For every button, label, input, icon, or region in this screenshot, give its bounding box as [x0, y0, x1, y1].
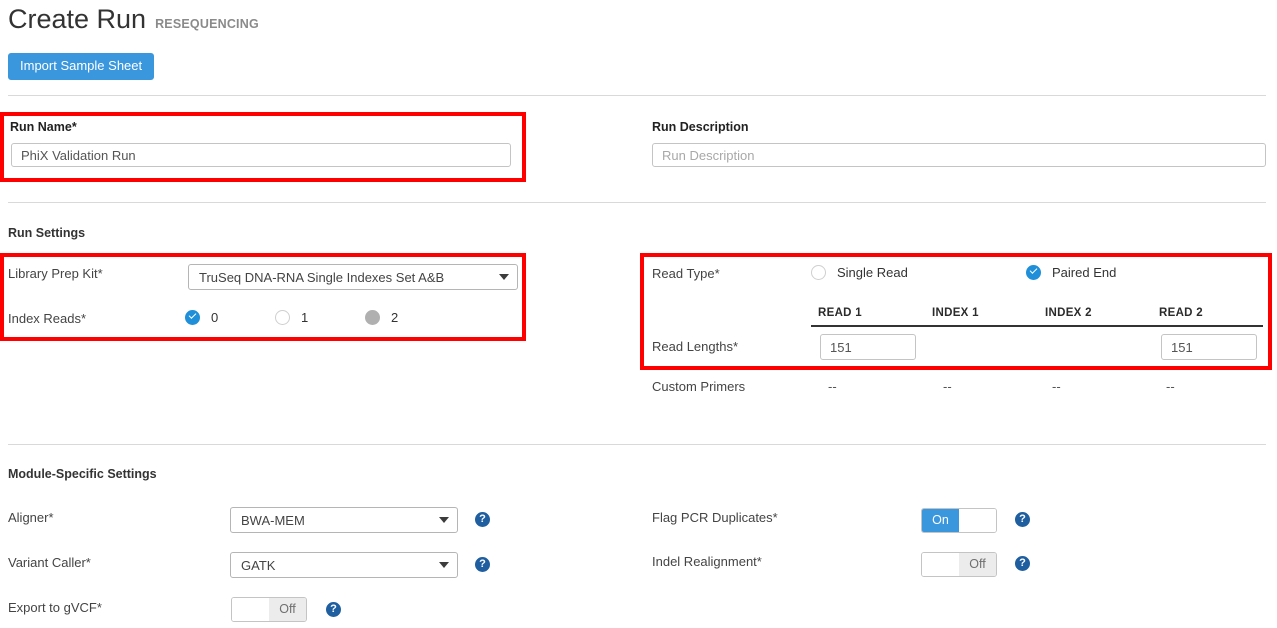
custom-primer-index-1-value: --	[943, 379, 952, 394]
variant-caller-value: GATK	[241, 558, 439, 573]
flag-pcr-duplicates-help-icon[interactable]: ?	[1015, 512, 1030, 527]
index-reads-option-1[interactable]: 1	[275, 310, 308, 325]
variant-caller-help-icon[interactable]: ?	[475, 557, 490, 572]
export-gvcf-toggle-label: Off	[269, 598, 306, 621]
column-header-index-1: INDEX 1	[932, 307, 979, 319]
header-divider	[8, 95, 1266, 96]
create-run-page: Create Run RESEQUENCING Import Sample Sh…	[0, 0, 1277, 628]
read-type-option-single-read[interactable]: Single Read	[811, 265, 908, 280]
index-reads-option-1-label: 1	[301, 310, 308, 325]
export-gvcf-label: Export to gVCF*	[8, 600, 102, 615]
library-prep-kit-value: TruSeq DNA-RNA Single Indexes Set A&B	[199, 270, 499, 285]
indel-realignment-label: Indel Realignment*	[652, 554, 762, 569]
custom-primers-label: Custom Primers	[652, 379, 745, 394]
read-length-read-1-input[interactable]	[820, 334, 916, 360]
radio-unchecked-icon	[811, 265, 826, 280]
read-type-label: Read Type*	[652, 266, 720, 281]
indel-realignment-help-icon[interactable]: ?	[1015, 556, 1030, 571]
export-gvcf-toggle[interactable]: Off	[231, 597, 307, 622]
radio-disabled-icon	[365, 310, 380, 325]
radio-checked-icon	[185, 310, 200, 325]
flag-pcr-duplicates-label: Flag PCR Duplicates*	[652, 510, 778, 525]
run-settings-section-title: Run Settings	[8, 226, 85, 240]
index-reads-option-0[interactable]: 0	[185, 310, 218, 325]
custom-primer-read-1-value: --	[828, 379, 837, 394]
page-subtitle: RESEQUENCING	[155, 17, 259, 31]
export-gvcf-help-icon[interactable]: ?	[326, 602, 341, 617]
index-reads-option-2: 2	[365, 310, 398, 325]
import-sample-sheet-button[interactable]: Import Sample Sheet	[8, 53, 154, 80]
index-reads-option-0-label: 0	[211, 310, 218, 325]
aligner-value: BWA-MEM	[241, 513, 439, 528]
flag-pcr-duplicates-toggle-label: On	[922, 509, 959, 532]
read-length-read-2-input[interactable]	[1161, 334, 1257, 360]
radio-unchecked-icon	[275, 310, 290, 325]
custom-primer-read-2-value: --	[1166, 379, 1175, 394]
aligner-select[interactable]: BWA-MEM	[230, 507, 458, 533]
index-reads-label: Index Reads*	[8, 311, 86, 326]
custom-primer-index-2-value: --	[1052, 379, 1061, 394]
column-header-read-2: READ 2	[1159, 307, 1203, 319]
library-prep-kit-select[interactable]: TruSeq DNA-RNA Single Indexes Set A&B	[188, 264, 518, 290]
run-description-input[interactable]	[652, 143, 1266, 167]
aligner-label: Aligner*	[8, 510, 54, 525]
run-description-label: Run Description	[652, 120, 749, 134]
toggle-knob	[232, 598, 269, 621]
library-prep-kit-label: Library Prep Kit*	[8, 266, 103, 281]
radio-checked-icon	[1026, 265, 1041, 280]
indel-realignment-toggle[interactable]: Off	[921, 552, 997, 577]
chevron-down-icon	[499, 274, 509, 280]
run-name-label: Run Name*	[10, 120, 77, 134]
variant-caller-label: Variant Caller*	[8, 555, 91, 570]
module-settings-section-title: Module-Specific Settings	[8, 467, 157, 481]
run-name-input[interactable]	[11, 143, 511, 167]
run-settings-section-divider	[8, 444, 1266, 445]
chevron-down-icon	[439, 562, 449, 568]
read-type-option-single-read-label: Single Read	[837, 265, 908, 280]
page-title: Create Run	[8, 4, 146, 35]
toggle-knob	[922, 553, 959, 576]
aligner-help-icon[interactable]: ?	[475, 512, 490, 527]
flag-pcr-duplicates-toggle[interactable]: On	[921, 508, 997, 533]
index-reads-option-2-label: 2	[391, 310, 398, 325]
page-header: Create Run RESEQUENCING	[8, 4, 259, 35]
indel-realignment-toggle-label: Off	[959, 553, 996, 576]
run-name-section-divider	[8, 202, 1266, 203]
column-header-rule	[811, 325, 1263, 327]
chevron-down-icon	[439, 517, 449, 523]
variant-caller-select[interactable]: GATK	[230, 552, 458, 578]
column-header-read-1: READ 1	[818, 307, 862, 319]
read-lengths-label: Read Lengths*	[652, 339, 738, 354]
toggle-knob	[959, 509, 996, 532]
read-type-option-paired-end[interactable]: Paired End	[1026, 265, 1116, 280]
column-header-index-2: INDEX 2	[1045, 307, 1092, 319]
read-type-option-paired-end-label: Paired End	[1052, 265, 1116, 280]
